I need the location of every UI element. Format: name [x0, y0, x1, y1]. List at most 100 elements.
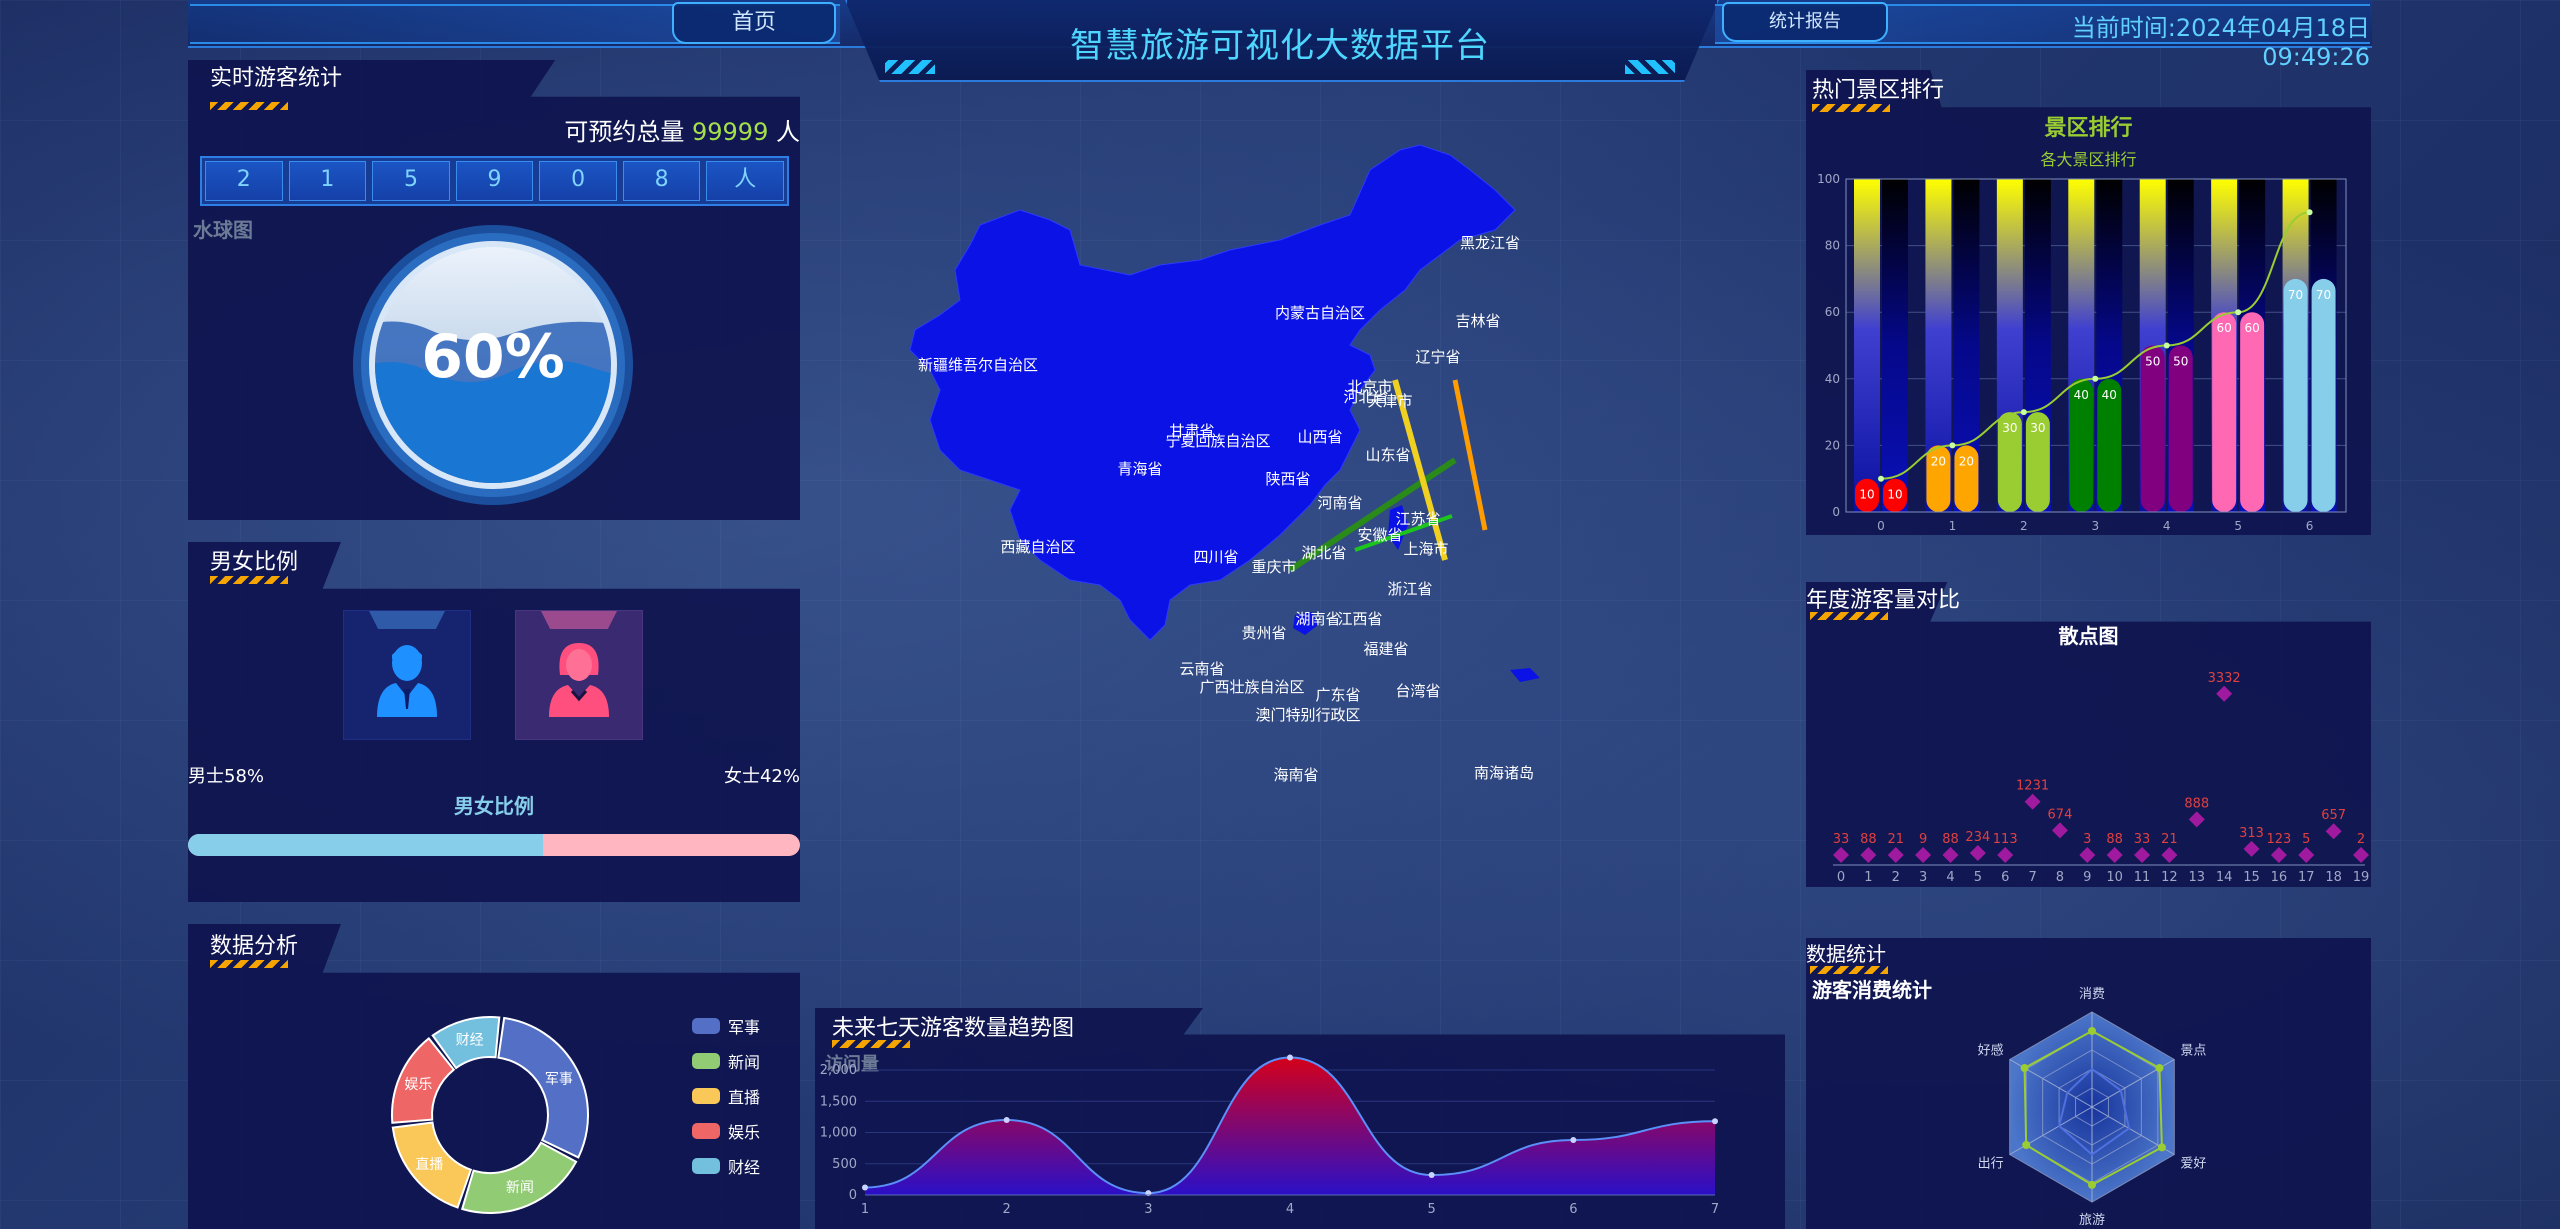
scatter-point: [1942, 847, 1959, 863]
scatter-point-label: 1231: [2016, 779, 2049, 794]
legend-label: 新闻: [728, 1053, 761, 1072]
trend-ytick-label: 0: [849, 1188, 857, 1203]
rank-bar: [2311, 278, 2336, 512]
scatter-point-label: 113: [1993, 832, 2018, 847]
trend-xtick-label: 6: [1569, 1202, 1577, 1217]
rank-bar-label: 40: [2074, 388, 2089, 402]
scatter-point-label: 33: [2134, 832, 2151, 847]
scatter-point: [2216, 685, 2233, 702]
trend-point: [1287, 1054, 1293, 1061]
digit-box: 人: [706, 161, 785, 201]
scatter-xtick-label: 5: [1974, 870, 1982, 885]
scatter-point-label: 33: [1833, 832, 1850, 847]
rank-ytick-label: 80: [1825, 239, 1840, 253]
trend-point: [1570, 1137, 1577, 1143]
liquid-percent: 60%: [421, 322, 565, 392]
map-label: 南海诸岛: [1474, 764, 1534, 782]
map-label: 吉林省: [1455, 312, 1500, 330]
map-label: 四川省: [1193, 548, 1238, 566]
scatter-point-label: 123: [2266, 832, 2291, 847]
digit-box: 2: [205, 161, 283, 201]
scatter-point: [1860, 847, 1877, 863]
map-label: 浙江省: [1387, 580, 1432, 598]
rank-trend-point: [2092, 375, 2099, 382]
rank-ytick-label: 0: [1832, 505, 1840, 519]
scatter-point-label: 88: [2106, 832, 2123, 847]
donut-slice: [497, 1016, 589, 1159]
map-label: 山西省: [1297, 428, 1342, 446]
trend-xtick-label: 5: [1428, 1202, 1436, 1217]
capacity-label: 可预约总量: [564, 118, 685, 146]
capacity-row: 可预约总量 99999 人: [420, 112, 800, 147]
gender-ratio-bar: [188, 834, 800, 856]
scatter-xtick-label: 10: [2106, 870, 2123, 885]
rank-bar-label: 60: [2245, 321, 2260, 335]
map-label: 江西省: [1337, 610, 1382, 628]
donut-slice-label: 新闻: [506, 1180, 534, 1196]
annual-scatter-chart: 3308812129388423451136123176748398810331…: [1833, 671, 2370, 885]
nav-home-label: 首页: [731, 10, 776, 35]
china-map: 黑龙江省内蒙古自治区 吉林省辽宁省新疆维吾尔自治区北京市河北省天津市甘肃省宁夏回族…: [909, 144, 1540, 784]
scatter-xtick-label: 18: [2325, 870, 2342, 885]
legend-item[interactable]: 新闻: [692, 1049, 792, 1073]
digit-box: 8: [622, 161, 701, 201]
annual-title: 年度游客量对比: [1806, 588, 1961, 613]
liquid-fill-gauge: 60%: [353, 225, 633, 505]
scatter-point: [2051, 822, 2068, 839]
digit-box: 9: [455, 161, 534, 201]
rank-bar-label: 30: [2002, 421, 2017, 435]
scatter-point-label: 674: [2048, 807, 2073, 822]
rank-bar-label: 50: [2145, 355, 2160, 369]
annual-title-stripes: [1810, 612, 1888, 620]
radar-point: [2088, 1180, 2096, 1189]
rank-xtick-label: 4: [2163, 519, 2171, 533]
map-label: 广东省: [1315, 686, 1360, 704]
scatter-point-label: 313: [2239, 826, 2264, 841]
rank-trend-point: [2235, 309, 2242, 316]
nav-report-label: 统计报告: [1769, 11, 1841, 32]
scatter-point-label: 888: [2184, 796, 2209, 811]
map-label: 云南省: [1179, 660, 1224, 678]
rank-trend-point: [2020, 409, 2027, 416]
rank-bar: [2168, 345, 2193, 512]
scatter-xtick-label: 7: [2028, 870, 2036, 885]
scatter-point-label: 3: [2083, 832, 2091, 847]
legend-swatch: [692, 1053, 720, 1069]
legend-item[interactable]: 娱乐: [692, 1119, 792, 1143]
map-label: 重庆市: [1251, 558, 1296, 576]
legend-item[interactable]: 直播: [692, 1084, 792, 1108]
map-label: 宁夏回族自治区: [1165, 432, 1270, 450]
scatter-point-label: 2: [2357, 832, 2365, 847]
rank-bar-label: 20: [1959, 454, 1974, 468]
nav-report-button[interactable]: 统计报告: [1722, 2, 1888, 42]
rank-bar: [2240, 312, 2265, 512]
scatter-point-label: 21: [2161, 832, 2178, 847]
radar-indicator-label: 好感: [1978, 1043, 2004, 1059]
rank-trend-point: [1949, 442, 1956, 449]
nav-home-button[interactable]: 首页: [672, 2, 836, 44]
map-label: 新疆维吾尔自治区: [918, 356, 1038, 374]
legend-label: 娱乐: [728, 1123, 761, 1142]
trend-point: [862, 1184, 868, 1191]
realtime-title: 实时游客统计: [210, 66, 343, 91]
scatter-point: [1997, 847, 2014, 863]
trend-point: [1003, 1117, 1010, 1123]
radar-point: [2157, 1143, 2166, 1152]
scatter-point: [1833, 847, 1849, 863]
capacity-value: 99999: [692, 118, 769, 146]
legend-item[interactable]: 财经: [692, 1154, 792, 1178]
scatter-point: [2079, 847, 2096, 863]
scatter-point-label: 21: [1887, 832, 1904, 847]
current-time: 当前时间:2024年04月18日 09:49:26: [1990, 8, 2370, 71]
scatter-point-label: 5: [2302, 832, 2310, 847]
female-card-tab: [541, 611, 617, 629]
rank-bar: [2212, 312, 2237, 512]
map-label: 黑龙江省: [1460, 234, 1520, 252]
analysis-donut-chart: 军事新闻 直播 娱乐 财经: [391, 1016, 589, 1214]
rank-bar-label: 20: [1931, 454, 1946, 468]
digit-counter: 2 1 5 9 0 8 人: [200, 156, 789, 206]
scatter-point: [2298, 847, 2315, 863]
rank-ytick-label: 60: [1825, 305, 1840, 319]
legend-item[interactable]: 军事: [692, 1014, 792, 1038]
scatter-point-label: 88: [1860, 832, 1877, 847]
